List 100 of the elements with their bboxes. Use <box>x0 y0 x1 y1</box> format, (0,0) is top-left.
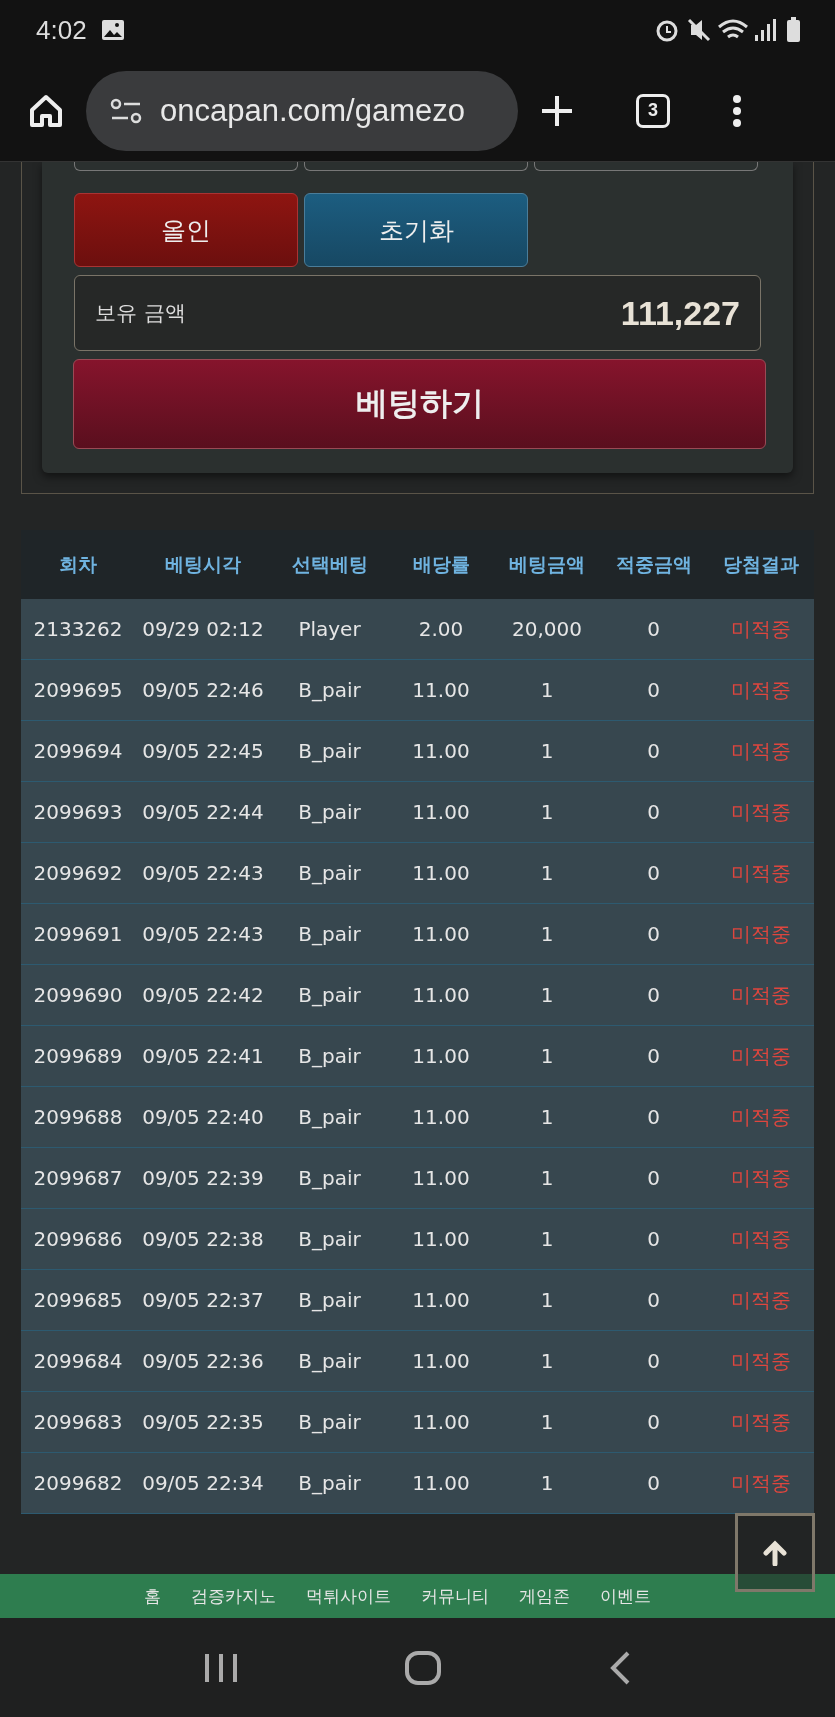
amount-field[interactable] <box>534 162 758 171</box>
table-cell: 0 <box>600 599 707 660</box>
table-cell: 09/05 22:34 <box>135 1453 271 1514</box>
table-cell: 09/05 22:35 <box>135 1392 271 1453</box>
table-cell: 2099683 <box>21 1392 135 1453</box>
table-cell: 11.00 <box>388 1453 494 1514</box>
table-cell: 1 <box>494 782 600 843</box>
column-header: 베팅금액 <box>494 530 600 599</box>
table-cell: 2099694 <box>21 721 135 782</box>
result-cell: 미적중 <box>707 843 814 904</box>
table-cell: 0 <box>600 1392 707 1453</box>
table-cell: 11.00 <box>388 1148 494 1209</box>
site-settings-icon[interactable] <box>110 97 142 124</box>
tab-count-button[interactable]: 3 <box>636 93 670 128</box>
table-cell: 0 <box>600 843 707 904</box>
table-cell: B_pair <box>271 1026 388 1087</box>
footer-link[interactable]: 먹튀사이트 <box>306 1584 391 1608</box>
footer-link[interactable]: 게임존 <box>519 1584 570 1608</box>
reset-button[interactable]: 초기화 <box>304 193 528 267</box>
table-cell: B_pair <box>271 1148 388 1209</box>
balance-value: 111,227 <box>620 293 740 333</box>
table-cell: 11.00 <box>388 1392 494 1453</box>
table-cell: 11.00 <box>388 721 494 782</box>
table-cell: 1 <box>494 1453 600 1514</box>
result-cell: 미적중 <box>707 1392 814 1453</box>
table-cell: 1 <box>494 721 600 782</box>
table-cell: 1 <box>494 965 600 1026</box>
result-cell: 미적중 <box>707 1453 814 1514</box>
column-header: 선택베팅 <box>271 530 388 599</box>
column-header: 당첨결과 <box>707 530 814 599</box>
footer-link[interactable]: 이벤트 <box>600 1584 651 1608</box>
table-cell: 11.00 <box>388 1026 494 1087</box>
table-cell: 09/05 22:42 <box>135 965 271 1026</box>
amount-field[interactable] <box>74 162 298 171</box>
table-cell: 1 <box>494 1331 600 1392</box>
result-cell: 미적중 <box>707 965 814 1026</box>
table-cell: 0 <box>600 721 707 782</box>
table-cell: 1 <box>494 843 600 904</box>
column-header: 베팅시각 <box>135 530 271 599</box>
footer-link[interactable]: 홈 <box>144 1584 161 1608</box>
address-bar[interactable]: oncapan.com/gamezo <box>86 70 518 151</box>
table-cell: 09/05 22:45 <box>135 721 271 782</box>
result-cell: 미적중 <box>707 599 814 660</box>
table-cell: 11.00 <box>388 965 494 1026</box>
table-cell: 09/05 22:38 <box>135 1209 271 1270</box>
table-cell: 09/05 22:43 <box>135 904 271 965</box>
place-bet-button[interactable]: 베팅하기 <box>73 359 766 449</box>
table-cell: 1 <box>494 1209 600 1270</box>
table-cell: 2099688 <box>21 1087 135 1148</box>
table-cell: 11.00 <box>388 843 494 904</box>
table-cell: B_pair <box>271 1392 388 1453</box>
table-cell: 09/05 22:41 <box>135 1026 271 1087</box>
table-cell: 2099690 <box>21 965 135 1026</box>
all-in-button[interactable]: 올인 <box>74 193 298 267</box>
footer-link[interactable]: 커뮤니티 <box>421 1584 489 1608</box>
table-cell: 2099682 <box>21 1453 135 1514</box>
result-cell: 미적중 <box>707 1331 814 1392</box>
table-cell: B_pair <box>271 721 388 782</box>
result-cell: 미적중 <box>707 660 814 721</box>
table-cell: 0 <box>600 1209 707 1270</box>
table-cell: 0 <box>600 904 707 965</box>
table-cell: 09/29 02:12 <box>135 599 271 660</box>
table-cell: 09/05 22:40 <box>135 1087 271 1148</box>
table-cell: 0 <box>600 1148 707 1209</box>
table-cell: 20,000 <box>494 599 600 660</box>
table-cell: 11.00 <box>388 1270 494 1331</box>
table-cell: 11.00 <box>388 660 494 721</box>
table-cell: 1 <box>494 904 600 965</box>
column-header: 적중금액 <box>600 530 707 599</box>
result-cell: 미적중 <box>707 782 814 843</box>
table-cell: 0 <box>600 1026 707 1087</box>
table-cell: B_pair <box>271 660 388 721</box>
column-header: 회차 <box>21 530 135 599</box>
table-cell: 0 <box>600 1087 707 1148</box>
table-cell: 0 <box>600 660 707 721</box>
table-cell: 09/05 22:46 <box>135 660 271 721</box>
recent-apps-icon[interactable] <box>202 1651 239 1684</box>
table-cell: B_pair <box>271 843 388 904</box>
footer-link[interactable]: 검증카지노 <box>191 1584 276 1608</box>
table-cell: 2099684 <box>21 1331 135 1392</box>
plus-icon[interactable] <box>540 93 574 128</box>
scroll-top-button[interactable] <box>735 1513 815 1592</box>
table-cell: 0 <box>600 1453 707 1514</box>
table-cell: 2.00 <box>388 599 494 660</box>
table-cell: 11.00 <box>388 782 494 843</box>
home-icon[interactable] <box>28 92 64 129</box>
result-cell: 미적중 <box>707 1148 814 1209</box>
table-cell: B_pair <box>271 1270 388 1331</box>
table-cell: 1 <box>494 1270 600 1331</box>
table-cell: 11.00 <box>388 1331 494 1392</box>
table-cell: 09/05 22:36 <box>135 1331 271 1392</box>
table-cell: 0 <box>600 1270 707 1331</box>
result-cell: 미적중 <box>707 721 814 782</box>
amount-field[interactable] <box>304 162 528 171</box>
table-cell: 2099695 <box>21 660 135 721</box>
more-menu-icon[interactable] <box>732 93 742 128</box>
table-cell: 1 <box>494 660 600 721</box>
balance-label: 보유 금액 <box>95 300 186 327</box>
table-cell: 2099693 <box>21 782 135 843</box>
table-cell: 2099692 <box>21 843 135 904</box>
